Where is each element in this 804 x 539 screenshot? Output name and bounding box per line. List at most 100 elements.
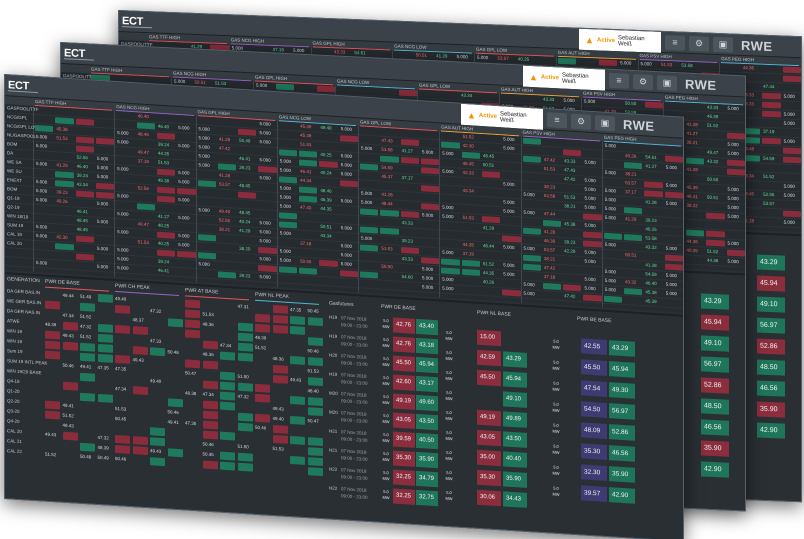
ask-price[interactable]: 49.89: [503, 411, 527, 428]
price-cell[interactable]: [202, 380, 218, 390]
price-value[interactable]: 5.000: [605, 269, 616, 276]
price-cell[interactable]: [782, 66, 801, 74]
price-value[interactable]: 5.000: [584, 187, 595, 194]
price-value[interactable]: 5.000: [280, 203, 291, 210]
price-value[interactable]: 5.000: [784, 94, 795, 100]
bid-price[interactable]: 39.57: [581, 485, 607, 502]
price-value[interactable]: 5.000: [280, 257, 291, 264]
price-value[interactable]: 45.38: [564, 221, 575, 228]
price-value[interactable]: 5.000: [117, 229, 128, 236]
price-value[interactable]: 5.000: [524, 282, 535, 289]
price-value[interactable]: 40.25: [320, 152, 331, 159]
price-value[interactable]: 53.57: [497, 56, 508, 62]
price-value[interactable]: 49.40: [115, 296, 126, 303]
price-value[interactable]: 5.000: [341, 198, 352, 205]
ask-price[interactable]: 45.94: [503, 371, 527, 388]
ask-price[interactable]: 52.86: [609, 424, 635, 441]
price-value[interactable]: 49.43: [63, 333, 74, 340]
price-cell[interactable]: [132, 326, 148, 336]
price-value[interactable]: 50.46: [308, 348, 319, 355]
price-cell[interactable]: [202, 400, 218, 410]
price-cell[interactable]: [185, 299, 200, 309]
price-value[interactable]: 47.35: [185, 420, 196, 427]
price-value[interactable]: 5.000: [728, 241, 739, 248]
ask-price[interactable]: 45.94: [609, 361, 635, 378]
price-value[interactable]: 5.000: [728, 196, 739, 203]
price-cell[interactable]: [258, 166, 277, 174]
price-value[interactable]: 47.32: [98, 435, 109, 442]
price-cell[interactable]: [420, 158, 440, 166]
price-cell[interactable]: [115, 304, 130, 314]
price-cell[interactable]: [307, 317, 323, 327]
price-cell[interactable]: [664, 254, 683, 262]
price-value[interactable]: 5.000: [259, 139, 270, 146]
price-value[interactable]: 40.26: [56, 198, 67, 205]
price-value[interactable]: 5.000: [503, 181, 514, 188]
bid-price[interactable]: 49.19: [393, 393, 415, 410]
price-cell[interactable]: [299, 159, 318, 167]
price-value[interactable]: 48.46: [320, 188, 331, 195]
price-value[interactable]: 46.41: [158, 268, 169, 275]
price-value[interactable]: 46.39: [544, 238, 555, 245]
price-value[interactable]: 41.28: [219, 173, 230, 180]
price-value[interactable]: 5.000: [259, 229, 270, 236]
price-value[interactable]: 43.33: [402, 256, 413, 263]
price-cell[interactable]: [220, 381, 235, 391]
price-cell[interactable]: [62, 381, 78, 391]
price-value[interactable]: 51.53: [300, 142, 311, 149]
price-cell[interactable]: [115, 444, 130, 454]
price-value[interactable]: 5.000: [666, 246, 677, 253]
price-cell[interactable]: [80, 352, 95, 362]
price-value[interactable]: 50.46: [115, 456, 126, 463]
price-value[interactable]: 40.25: [645, 226, 656, 233]
price-cell[interactable]: [136, 203, 155, 211]
price-cell[interactable]: [55, 243, 74, 251]
price-value[interactable]: 50.51: [483, 162, 494, 169]
price-cell[interactable]: [238, 128, 257, 136]
price-cell[interactable]: [782, 210, 801, 218]
price-value[interactable]: 44.35: [158, 151, 169, 158]
price-cell[interactable]: [461, 268, 480, 276]
price-value[interactable]: 49.43: [63, 423, 74, 430]
price-cell[interactable]: [481, 171, 501, 179]
ask-price[interactable]: 49.10: [757, 296, 785, 313]
price-value[interactable]: 47.33: [150, 338, 161, 345]
price-value[interactable]: 50.48: [80, 454, 91, 461]
price-value[interactable]: 47.31: [238, 304, 249, 311]
price-value[interactable]: 39.23: [544, 184, 555, 191]
price-cell[interactable]: [522, 263, 541, 271]
price-cell[interactable]: [255, 323, 270, 333]
price-value[interactable]: 5.000: [117, 193, 128, 200]
price-value[interactable]: 5.000: [36, 233, 47, 240]
price-value[interactable]: 51.52: [80, 314, 91, 321]
price-value[interactable]: 46.41: [300, 169, 311, 176]
price-cell[interactable]: [202, 420, 218, 430]
price-cell[interactable]: [644, 101, 663, 109]
price-value[interactable]: 5.000: [341, 252, 352, 259]
price-value[interactable]: 5.000: [784, 184, 795, 190]
price-cell[interactable]: [762, 101, 781, 109]
price-cell[interactable]: [80, 442, 95, 452]
price-cell[interactable]: [255, 393, 270, 403]
gear-button[interactable]: ⚙: [689, 35, 709, 52]
price-value[interactable]: 43.34: [77, 182, 88, 189]
price-value[interactable]: 48.40: [308, 388, 319, 395]
price-value[interactable]: 53.57: [219, 182, 230, 189]
price-cell[interactable]: [45, 400, 60, 410]
price-value[interactable]: 5.000: [36, 260, 47, 267]
price-value[interactable]: 5.000: [256, 83, 267, 90]
price-value[interactable]: 41.27: [687, 131, 698, 138]
price-value[interactable]: 5.000: [584, 286, 595, 293]
price-value[interactable]: 51.53: [203, 311, 214, 318]
price-value[interactable]: 43.32: [645, 244, 656, 251]
price-value[interactable]: 49.43: [273, 406, 284, 413]
price-value[interactable]: 53.58: [645, 235, 656, 242]
ask-price[interactable]: 42.90: [609, 487, 635, 504]
price-value[interactable]: 5.000: [97, 264, 108, 271]
price-cell[interactable]: [762, 92, 781, 100]
price-cell[interactable]: [563, 149, 582, 157]
price-cell[interactable]: [290, 395, 305, 405]
price-cell[interactable]: [237, 422, 253, 432]
price-value[interactable]: 37.19: [138, 158, 149, 165]
price-value[interactable]: 5.000: [361, 190, 372, 197]
